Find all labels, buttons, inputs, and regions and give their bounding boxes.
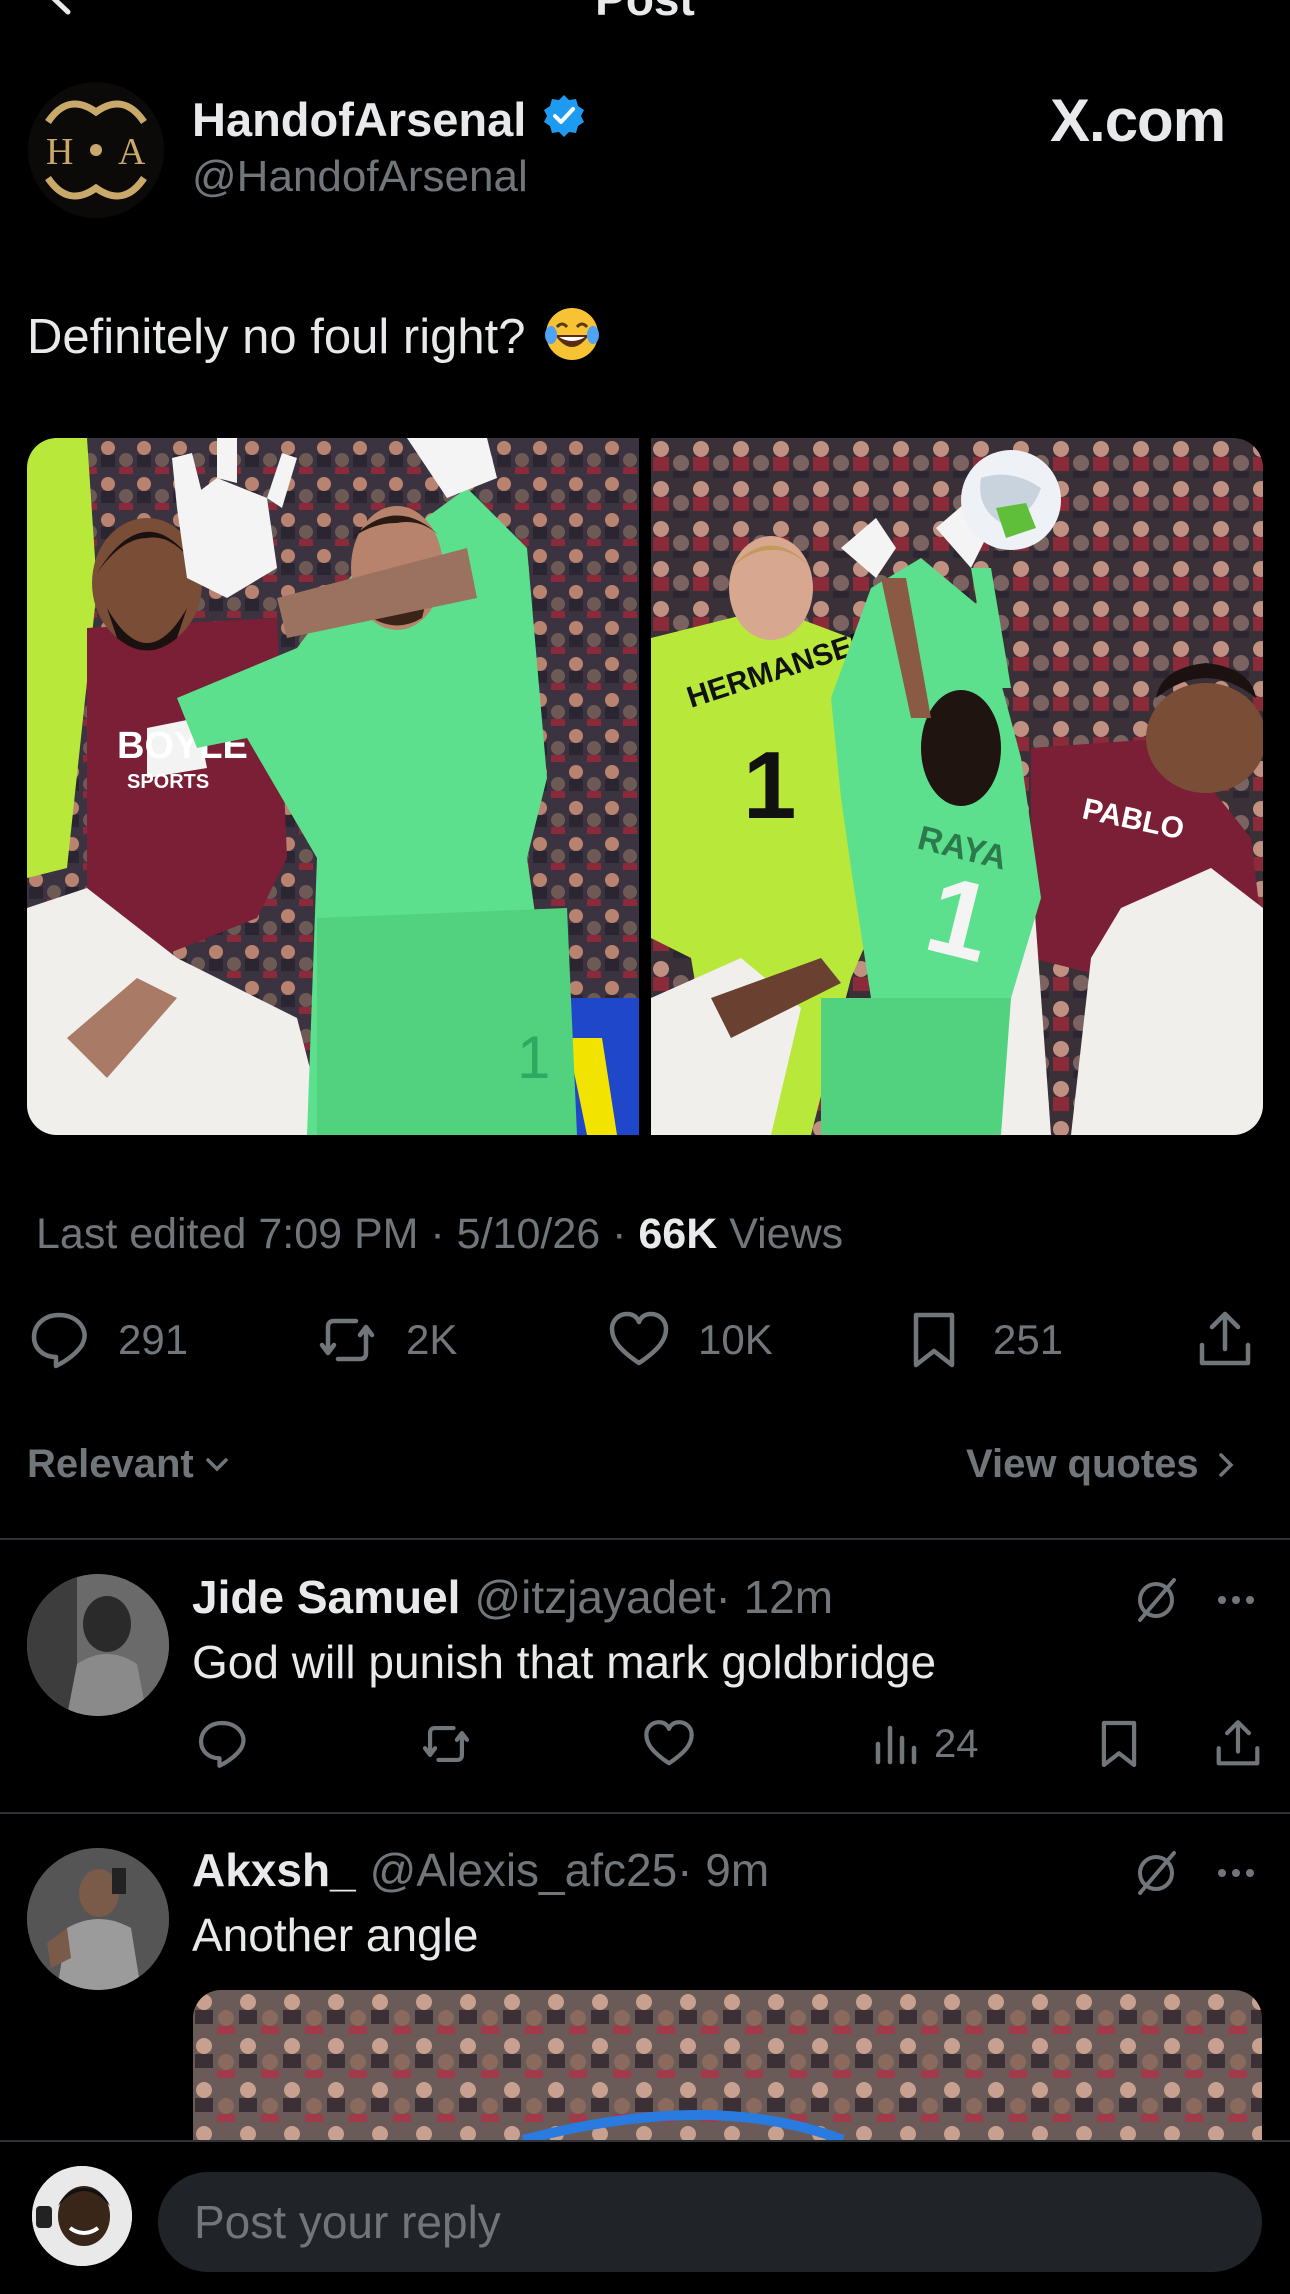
- reply-author-name[interactable]: Jide Samuel: [192, 1571, 460, 1623]
- reply-time: · 12m: [715, 1571, 834, 1623]
- edited-timestamp[interactable]: Last edited 7:09 PM · 5/10/26 ·: [36, 1210, 638, 1258]
- reply-media-photo[interactable]: [193, 1990, 1262, 2140]
- svg-text:1: 1: [517, 1024, 550, 1091]
- reply-sort-button[interactable]: Relevant: [27, 1442, 234, 1487]
- views-count: 66K: [638, 1210, 718, 1258]
- repost-icon: [319, 1318, 375, 1362]
- grok-icon[interactable]: [1130, 1847, 1182, 1899]
- bookmark-button[interactable]: 251: [903, 1310, 1063, 1370]
- reply-views[interactable]: 24: [870, 1718, 979, 1770]
- bookmark-icon[interactable]: [1093, 1718, 1145, 1770]
- match-photo-left[interactable]: BOYLE SPORTS 1: [27, 438, 639, 1135]
- divider: [0, 1538, 1290, 1540]
- reply-avatar[interactable]: [27, 1574, 169, 1716]
- post-text-content: Definitely no foul right?: [27, 310, 526, 364]
- repost-icon[interactable]: [420, 1718, 472, 1770]
- author-handle[interactable]: @HandofArsenal: [192, 152, 528, 202]
- like-count: 10K: [698, 1316, 773, 1363]
- reply-icon[interactable]: [196, 1718, 248, 1770]
- post-meta-line: Last edited 7:09 PM · 5/10/26 · 66K View…: [36, 1210, 843, 1259]
- reply-icon: [31, 1312, 87, 1369]
- x-com-watermark: X.com: [1050, 87, 1226, 154]
- author-avatar[interactable]: H A: [28, 82, 164, 218]
- reply-count: 291: [118, 1316, 189, 1363]
- page-title: Post: [540, 0, 750, 26]
- face-with-tears-of-joy-icon: [545, 308, 600, 360]
- reply-avatar-photo: [27, 1848, 169, 1990]
- reply-views-count: 24: [934, 1721, 979, 1766]
- reply-avatar-photo: [27, 1574, 169, 1716]
- share-icon[interactable]: [1212, 1718, 1264, 1770]
- reply-author-handle[interactable]: @Alexis_afc25: [370, 1844, 678, 1896]
- repost-button[interactable]: 2K: [316, 1310, 457, 1370]
- more-options-icon[interactable]: [1210, 1574, 1262, 1626]
- sort-label: Relevant: [27, 1442, 194, 1486]
- svg-text:SPORTS: SPORTS: [127, 771, 209, 793]
- repost-count: 2K: [406, 1316, 458, 1363]
- hoa-logo: H A: [32, 86, 160, 214]
- share-button[interactable]: [1194, 1310, 1284, 1370]
- reply-button[interactable]: 291: [28, 1310, 188, 1370]
- verified-badge-icon: [544, 95, 584, 137]
- view-quotes-label: View quotes: [966, 1442, 1199, 1486]
- hermansen-number: 1: [743, 732, 796, 839]
- reply-time: · 9m: [677, 1844, 770, 1896]
- share-icon: [1199, 1311, 1251, 1366]
- reply-input[interactable]: [158, 2172, 1262, 2272]
- current-user-avatar[interactable]: [32, 2166, 132, 2266]
- reply-text: Another angle: [192, 1909, 479, 1961]
- reply-author-name[interactable]: Akxsh_: [192, 1844, 356, 1896]
- reply-text: God will punish that mark goldbridge: [192, 1636, 937, 1688]
- current-user-avatar-photo: [32, 2166, 132, 2266]
- svg-text:A: A: [118, 131, 146, 173]
- view-quotes-link[interactable]: View quotes: [966, 1442, 1243, 1487]
- reply-author-handle[interactable]: @itzjayadet: [474, 1571, 715, 1623]
- views-label: Views: [717, 1210, 844, 1258]
- author-name[interactable]: HandofArsenal: [192, 92, 526, 147]
- match-photo-right[interactable]: HERMANSEN 1 PABLO RAYA 1: [651, 438, 1263, 1135]
- more-options-icon[interactable]: [1210, 1847, 1262, 1899]
- reply-avatar[interactable]: [27, 1848, 169, 1990]
- svg-text:H: H: [46, 131, 73, 173]
- heart-icon: [609, 1311, 669, 1366]
- chevron-right-icon: [1218, 1452, 1234, 1477]
- post-media-grid[interactable]: BOYLE SPORTS 1 HERMANSEN 1 PABLO RAYA 1: [27, 438, 1263, 1135]
- reply-header: Jide Samuel @itzjayadet· 12m: [192, 1570, 833, 1624]
- bookmark-count: 251: [993, 1316, 1064, 1363]
- heart-icon[interactable]: [643, 1718, 695, 1770]
- chevron-down-icon: [206, 1457, 228, 1471]
- reply-header: Akxsh_ @Alexis_afc25· 9m: [192, 1843, 769, 1897]
- back-arrow-icon[interactable]: [38, 0, 88, 20]
- grok-icon[interactable]: [1130, 1574, 1182, 1626]
- post-text: Definitely no foul right?: [27, 305, 601, 365]
- bookmark-icon: [913, 1312, 955, 1368]
- views-chart-icon: [875, 1725, 917, 1765]
- divider: [0, 1812, 1290, 1814]
- like-button[interactable]: 10K: [608, 1310, 773, 1370]
